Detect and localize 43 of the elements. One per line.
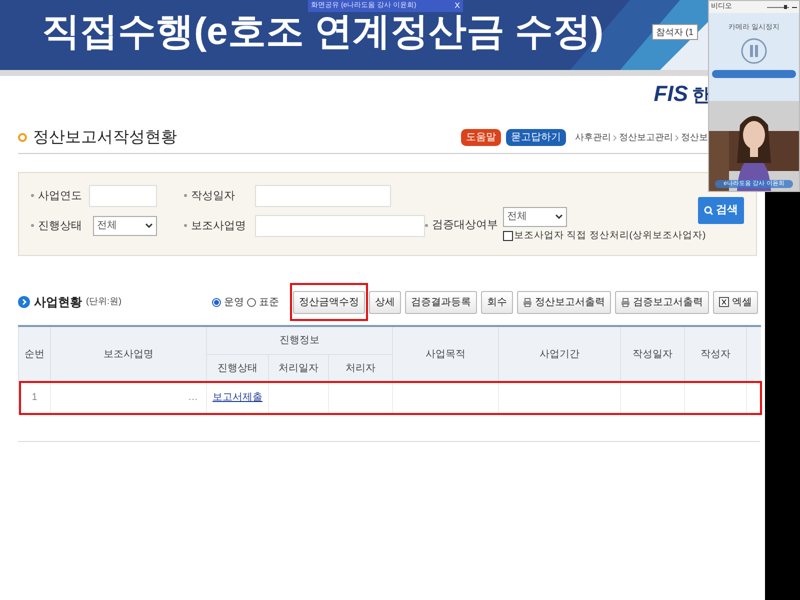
section-title: 사업현황 xyxy=(34,294,82,311)
radio-label: 표준 xyxy=(259,296,279,310)
column-header: 사업목적 xyxy=(392,326,499,382)
field-label: 작성일자 xyxy=(191,188,235,204)
toolbar-button[interactable]: 정산금액수정 xyxy=(293,290,365,314)
banner-title: 직접수행(e호조 연계정산금 수정) xyxy=(42,10,604,55)
field-label: 검증대상여부 xyxy=(432,218,498,233)
qna-button[interactable]: 묻고답하기 xyxy=(506,129,566,146)
select-field[interactable]: 전체 xyxy=(503,206,567,227)
column-header: 처리자 xyxy=(328,354,393,382)
field-label: 보조사업명 xyxy=(191,218,246,234)
search-button[interactable]: 검색 xyxy=(698,196,744,224)
close-button[interactable]: X xyxy=(454,1,460,11)
column-header: 작성자 xyxy=(684,326,747,382)
toolbar-button[interactable]: 검증보고서출력 xyxy=(615,290,709,314)
page-title: 정산보고서작성현황 xyxy=(33,128,177,148)
status-link[interactable]: 보고서제출 xyxy=(212,392,262,403)
toolbar-button[interactable]: 정산보고서출력 xyxy=(517,290,611,314)
toolbar-button[interactable]: 상세 xyxy=(369,290,401,314)
select-field[interactable]: 전체 xyxy=(93,216,157,236)
column-header: 진행상태 xyxy=(206,354,268,382)
column-header: 처리일자 xyxy=(268,354,328,382)
checkbox-label: 보조사업자 직접 정산처리(상위보조사업자) xyxy=(514,228,706,243)
radio-label: 운영 xyxy=(224,296,244,310)
toolbar-button[interactable]: 회수 xyxy=(481,290,513,314)
breadcrumb-item[interactable]: 사후관리 xyxy=(575,130,611,144)
breadcrumb-item[interactable]: 정산보 xyxy=(681,130,708,144)
help-button[interactable]: 도움말 xyxy=(461,129,501,146)
column-header: 작성일자 xyxy=(620,326,685,382)
field-label: 사업연도 xyxy=(38,188,82,204)
table-cell: … xyxy=(50,382,206,413)
logo-text: 한 xyxy=(692,84,710,106)
column-header: 사업기간 xyxy=(498,326,621,382)
logo: FIS xyxy=(654,82,688,106)
column-header: 보조사업명 xyxy=(50,326,206,382)
toolbar-button[interactable]: 엑셀 xyxy=(713,290,758,314)
column-header: 순번 xyxy=(18,326,50,382)
column-group-header: 진행정보 xyxy=(206,326,393,354)
unit-label: (단위:원) xyxy=(86,295,122,308)
breadcrumb-item[interactable]: 정산보고관리 xyxy=(619,130,673,144)
attendee-tab[interactable]: 참석자 (1 xyxy=(652,24,698,40)
field-label: 진행상태 xyxy=(38,218,82,234)
toolbar-button[interactable]: 검증결과등록 xyxy=(405,290,477,314)
